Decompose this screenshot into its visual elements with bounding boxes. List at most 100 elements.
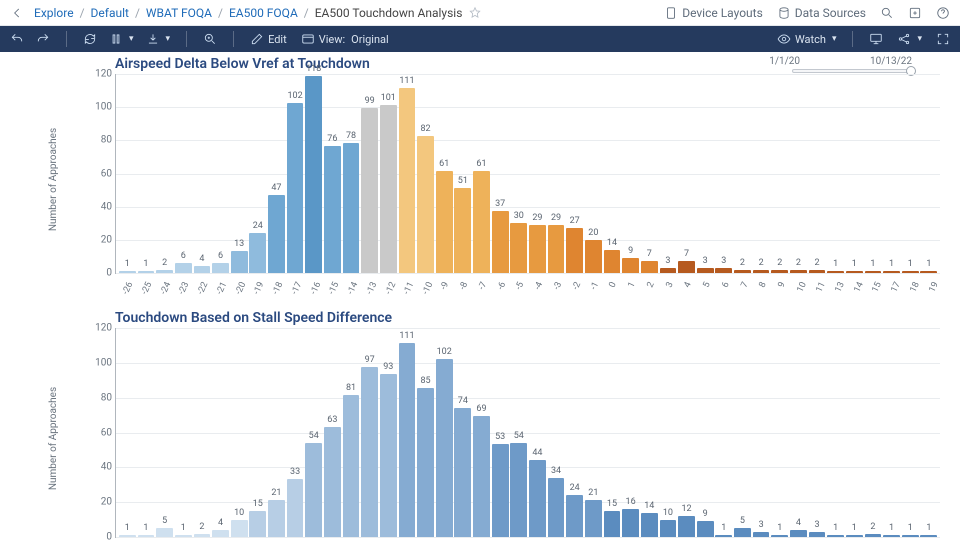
bar-slot[interactable]: 2 [808, 259, 827, 273]
bar[interactable] [604, 511, 621, 537]
bar[interactable] [660, 520, 677, 538]
bar-slot[interactable]: 78 [342, 132, 361, 273]
bar-slot[interactable]: 3 [808, 521, 827, 537]
bar[interactable] [790, 530, 807, 537]
bar-slot[interactable]: 2 [770, 259, 789, 273]
bar[interactable] [622, 258, 639, 273]
bar-slot[interactable]: 2 [864, 523, 883, 538]
bar[interactable] [287, 479, 304, 537]
bar[interactable] [678, 261, 695, 273]
bar[interactable] [156, 270, 173, 273]
bar-slot[interactable]: 4 [211, 519, 230, 537]
bar-slot[interactable]: 4 [789, 519, 808, 537]
bar[interactable] [231, 520, 248, 538]
bar-slot[interactable]: 2 [155, 259, 174, 273]
bar[interactable] [305, 443, 322, 538]
bar-slot[interactable]: 2 [733, 259, 752, 273]
crumb-wbat[interactable]: WBAT FOQA [146, 6, 212, 20]
bar-slot[interactable]: 1 [118, 260, 137, 273]
edit-button[interactable]: Edit [250, 32, 287, 46]
bar-slot[interactable]: 9 [621, 247, 640, 273]
bar[interactable] [548, 225, 565, 273]
bar[interactable] [697, 521, 714, 537]
bar-slot[interactable]: 53 [491, 433, 510, 537]
bar[interactable] [846, 271, 863, 273]
bar-slot[interactable]: 61 [435, 160, 454, 273]
bar[interactable] [510, 443, 527, 538]
bar-slot[interactable]: 14 [603, 239, 622, 273]
bar[interactable] [492, 444, 509, 537]
bar-slot[interactable]: 1 [137, 524, 156, 537]
bar[interactable] [753, 270, 770, 273]
bar-slot[interactable]: 102 [435, 348, 454, 538]
bar[interactable] [454, 408, 471, 538]
bar[interactable] [156, 528, 173, 537]
bar[interactable] [641, 513, 658, 538]
bar[interactable] [566, 495, 583, 537]
bar-slot[interactable]: 99 [360, 97, 379, 273]
bar-slot[interactable]: 74 [454, 397, 473, 538]
bar-slot[interactable]: 5 [155, 517, 174, 537]
bar-slot[interactable]: 9 [696, 510, 715, 537]
bar[interactable] [678, 516, 695, 537]
bar[interactable] [660, 268, 677, 273]
bar-slot[interactable]: 81 [342, 384, 361, 537]
bar[interactable] [249, 233, 266, 273]
bar[interactable] [436, 171, 453, 273]
bar[interactable] [529, 460, 546, 537]
bar-slot[interactable]: 12 [677, 505, 696, 537]
bar-slot[interactable]: 101 [379, 94, 398, 273]
bar[interactable] [641, 261, 658, 273]
bar-slot[interactable]: 1 [118, 524, 137, 537]
bar-slot[interactable]: 1 [920, 524, 939, 537]
bar[interactable] [361, 367, 378, 537]
bar-slot[interactable]: 82 [416, 125, 435, 273]
bar[interactable] [324, 146, 341, 273]
bar[interactable] [697, 268, 714, 273]
bar[interactable] [585, 500, 602, 537]
bar[interactable] [827, 535, 844, 537]
bar[interactable] [809, 532, 826, 537]
bar[interactable] [138, 535, 155, 537]
bar-slot[interactable]: 63 [323, 416, 342, 537]
bar[interactable] [566, 228, 583, 273]
bar[interactable] [604, 250, 621, 273]
bar-slot[interactable]: 1 [901, 260, 920, 273]
bar-slot[interactable]: 1 [845, 524, 864, 537]
bar-slot[interactable]: 1 [826, 524, 845, 537]
bar[interactable] [212, 530, 229, 537]
bar[interactable] [194, 534, 211, 538]
bar-slot[interactable]: 3 [715, 257, 734, 273]
bar-slot[interactable]: 44 [528, 449, 547, 537]
bar-slot[interactable]: 20 [584, 229, 603, 273]
bar-slot[interactable]: 1 [770, 524, 789, 537]
bar[interactable] [734, 270, 751, 273]
bar[interactable] [734, 528, 751, 537]
bar[interactable] [417, 388, 434, 537]
bar-slot[interactable]: 29 [547, 214, 566, 273]
bar[interactable] [883, 271, 900, 273]
bar[interactable] [249, 511, 266, 537]
bar-slot[interactable]: 1 [845, 260, 864, 273]
slider-track[interactable] [792, 69, 912, 73]
bar-slot[interactable]: 10 [659, 509, 678, 538]
bar[interactable] [790, 270, 807, 273]
share-dropdown[interactable]: ▾ [897, 32, 922, 46]
bar[interactable] [268, 500, 285, 537]
download-dropdown[interactable]: ▾ [146, 32, 171, 46]
bar[interactable] [622, 509, 639, 537]
bar[interactable] [343, 143, 360, 273]
bar-slot[interactable]: 7 [640, 250, 659, 273]
bar[interactable] [287, 103, 304, 273]
bar-slot[interactable]: 33 [286, 468, 305, 537]
device-layouts-button[interactable]: Device Layouts [664, 6, 763, 20]
bar-slot[interactable]: 2 [193, 523, 212, 538]
bar[interactable] [212, 263, 229, 273]
bar[interactable] [175, 263, 192, 273]
back-arrow-icon[interactable] [10, 6, 24, 20]
bar-slot[interactable]: 10 [230, 509, 249, 538]
bar[interactable] [305, 76, 322, 273]
watch-button[interactable]: Watch▾ [777, 32, 837, 46]
bar-slot[interactable]: 2 [789, 259, 808, 273]
bar-slot[interactable]: 118 [304, 65, 323, 273]
